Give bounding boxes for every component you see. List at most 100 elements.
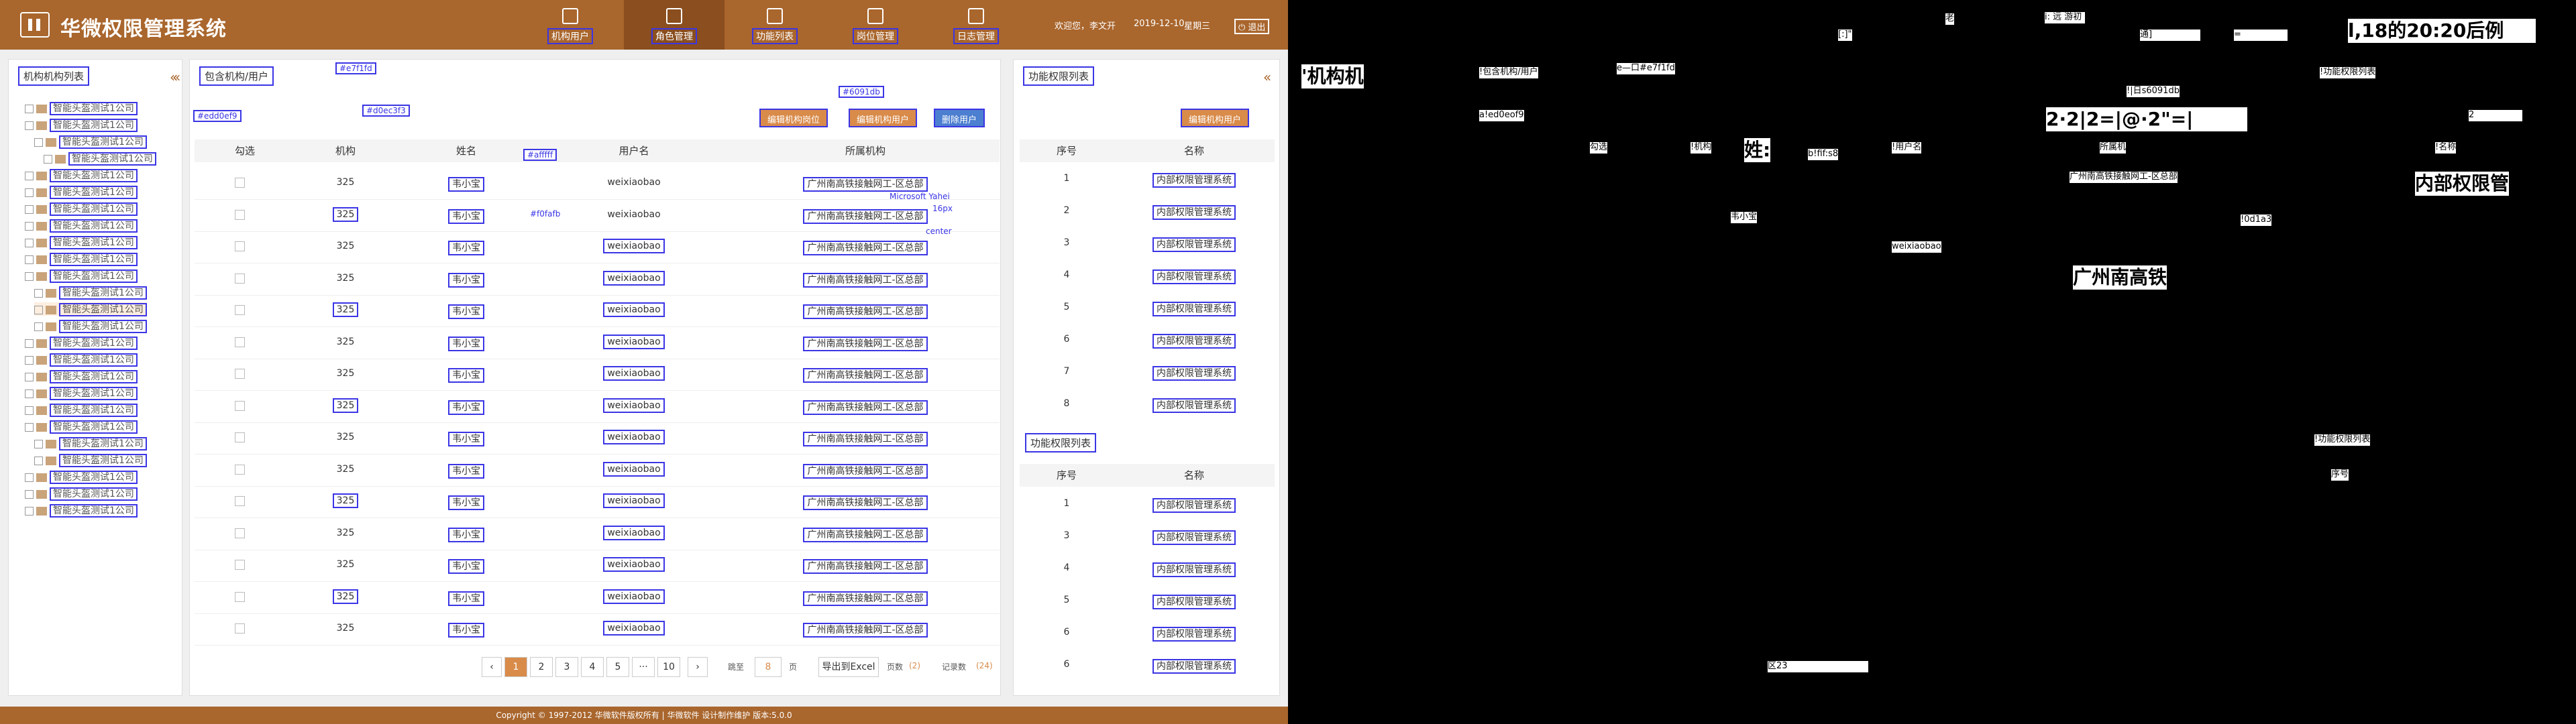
checkbox-icon[interactable] [25,204,34,214]
checkbox-icon[interactable] [25,221,34,231]
checkbox-icon[interactable] [25,473,34,482]
edit-org-user-right-button[interactable]: 编辑机构用户 [1181,109,1250,127]
checkbox-icon[interactable] [25,406,34,415]
tree-node[interactable]: 智能头盔测试1公司 [25,403,138,417]
tree-node[interactable]: 智能头盔测试1公司 [25,386,138,400]
table-row[interactable]: 325 韦小宝 weixiaobao 广州南高铁接触网工-区总部 [195,550,1000,582]
page-button[interactable]: 2 [530,657,553,677]
checkbox-icon[interactable] [25,355,34,365]
checkbox-icon[interactable] [34,439,43,448]
row-checkbox[interactable] [235,178,245,188]
row-checkbox[interactable] [235,464,245,475]
tree-node[interactable]: 智能头盔测试1公司 [34,436,147,450]
row-checkbox[interactable] [235,209,245,220]
tree-node[interactable]: 智能头盔测试1公司 [34,286,147,300]
page-button[interactable]: ··· [632,657,655,677]
row-checkbox[interactable] [235,337,245,347]
row-checkbox[interactable] [235,528,245,538]
tree-node[interactable]: 智能头盔测试1公司 [34,135,147,149]
tree-node[interactable]: 智能头盔测试1公司 [25,353,138,367]
logout-button[interactable]: ⏻ 退出 [1234,19,1270,34]
row-checkbox[interactable] [235,305,245,315]
page-button[interactable]: 1 [504,657,527,677]
tree-node[interactable]: 智能头盔测试1公司 [25,470,138,484]
table-row[interactable]: 325 韦小宝 weixiaobao 广州南高铁接触网工-区总部 [195,422,1000,455]
prev-page-button[interactable]: ‹ [482,657,502,677]
tree-node[interactable]: 智能头盔测试1公司 [25,336,138,350]
table-row[interactable]: 325 韦小宝 weixiaobao 广州南高铁接触网工-区总部 [195,327,1000,359]
tree-node[interactable]: 智能头盔测试1公司 [25,235,138,249]
export-excel-button[interactable]: 导出到Excel [818,657,879,677]
row-checkbox[interactable] [235,591,245,602]
jump-input[interactable]: 8 [755,657,782,677]
row-checkbox[interactable] [235,496,245,506]
table-row[interactable]: 325 韦小宝 weixiaobao 广州南高铁接触网工-区总部 [195,455,1000,487]
tree-node[interactable]: 智能头盔测试1公司 [25,101,138,115]
nav-roles[interactable]: 角色管理 [624,0,724,50]
checkbox-icon[interactable] [34,305,43,314]
tree-node[interactable]: 智能头盔测试1公司 [25,420,138,434]
checkbox-icon[interactable] [25,255,34,264]
table-row[interactable]: 325 韦小宝 weixiaobao 广州南高铁接触网工-区总部 [195,200,1000,232]
checkbox-icon[interactable] [25,389,34,398]
checkbox-icon[interactable] [25,372,34,381]
checkbox-icon[interactable] [44,154,52,164]
table-row[interactable]: 325 韦小宝 weixiaobao 广州南高铁接触网工-区总部 [195,168,1000,200]
row-checkbox[interactable] [235,241,245,251]
table-row[interactable]: 325 韦小宝 weixiaobao 广州南高铁接触网工-区总部 [195,582,1000,614]
edit-org-post-button[interactable]: 编辑机构岗位 [759,109,828,127]
next-page-button[interactable]: › [688,657,708,677]
page-button[interactable]: 10 [657,657,680,677]
nav-logs[interactable]: 日志管理 [926,0,1026,50]
page-button[interactable]: 3 [555,657,578,677]
nav-posts[interactable]: 岗位管理 [825,0,926,50]
page-button[interactable]: 4 [581,657,604,677]
row-checkbox[interactable] [235,273,245,284]
checkbox-icon[interactable] [34,456,43,465]
checkbox-icon[interactable] [25,121,34,130]
checkbox-icon[interactable] [25,489,34,499]
nav-org-users[interactable]: 机构用户 [520,0,621,50]
tree-node[interactable]: 智能头盔测试1公司 [25,369,138,383]
checkbox-icon[interactable] [25,188,34,197]
delete-user-button[interactable]: 删除用户 [934,109,985,127]
tree-node[interactable]: 智能头盔测试1公司 [25,503,138,518]
table-row[interactable]: 325 韦小宝 weixiaobao 广州南高铁接触网工-区总部 [195,391,1000,423]
edit-org-user-button[interactable]: 编辑机构用户 [849,109,918,127]
table-row[interactable]: 325 韦小宝 weixiaobao 广州南高铁接触网工-区总部 [195,263,1000,296]
tree-node[interactable]: 智能头盔测试1公司 [34,453,147,467]
checkbox-icon[interactable] [25,339,34,348]
row-checkbox[interactable] [235,369,245,379]
checkbox-icon[interactable] [34,322,43,331]
checkbox-icon[interactable] [25,506,34,516]
collapse-center-icon[interactable]: « [172,69,180,85]
table-row[interactable]: 325 韦小宝 weixiaobao 广州南高铁接触网工-区总部 [195,231,1000,263]
table-row[interactable]: 325 韦小宝 weixiaobao 广州南高铁接触网工-区总部 [195,295,1000,327]
tree-node[interactable]: 智能头盔测试1公司 [25,202,138,216]
row-checkbox[interactable] [235,623,245,634]
row-checkbox[interactable] [235,432,245,442]
table-row[interactable]: 325 韦小宝 weixiaobao 广州南高铁接触网工-区总部 [195,613,1000,646]
table-row[interactable]: 325 韦小宝 weixiaobao 广州南高铁接触网工-区总部 [195,518,1000,550]
checkbox-icon[interactable] [25,422,34,432]
tree-node[interactable]: 智能头盔测试1公司 [44,152,156,166]
tree-node[interactable]: 智能头盔测试1公司 [25,168,138,182]
collapse-right-icon[interactable]: « [1263,69,1271,85]
tree-node[interactable]: 智能头盔测试1公司 [25,118,138,132]
checkbox-icon[interactable] [25,104,34,113]
row-checkbox[interactable] [235,400,245,411]
nav-functions[interactable]: 功能列表 [724,0,825,50]
tree-node[interactable]: 智能头盔测试1公司 [25,487,138,501]
tree-node[interactable]: 智能头盔测试1公司 [25,252,138,266]
table-row[interactable]: 325 韦小宝 weixiaobao 广州南高铁接触网工-区总部 [195,359,1000,391]
checkbox-icon[interactable] [25,171,34,180]
checkbox-icon[interactable] [34,288,43,298]
checkbox-icon[interactable] [25,238,34,247]
tree-node[interactable]: 智能头盔测试1公司 [25,185,138,199]
checkbox-icon[interactable] [34,137,43,147]
tree-node[interactable]: 智能头盔测试1公司 [34,319,147,333]
checkbox-icon[interactable] [25,272,34,281]
page-button[interactable]: 5 [606,657,629,677]
tree-node[interactable]: 智能头盔测试1公司 [25,269,138,283]
tree-node[interactable]: 智能头盔测试1公司 [25,219,138,233]
